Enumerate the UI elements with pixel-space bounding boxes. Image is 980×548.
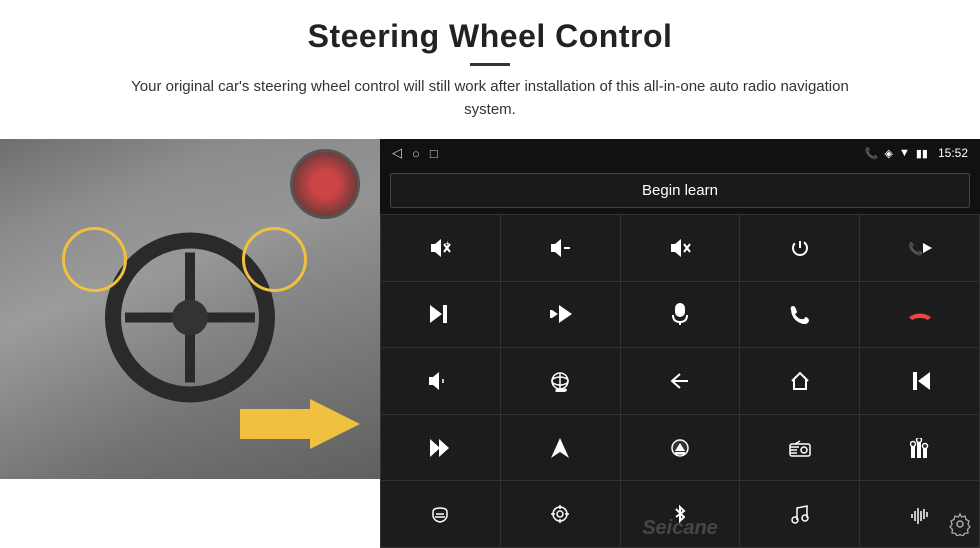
svg-text:360°: 360° [556,389,566,392]
sw-center [172,300,208,336]
home-nav-icon[interactable]: ○ [412,146,420,161]
right-control-highlight [242,227,307,292]
status-right-area: 📞 ◈ ▼ ▮▮ 15:52 [865,146,968,160]
grid-mute[interactable] [621,215,740,281]
svg-text:📞: 📞 [908,241,923,256]
android-screen: ◁ ○ □ 📞 ◈ ▼ ▮▮ 15:52 Begin learn [380,139,980,548]
status-bar: ◁ ○ □ 📞 ◈ ▼ ▮▮ 15:52 [380,139,980,167]
header: Steering Wheel Control Your original car… [0,0,980,129]
content-area: ◁ ○ □ 📞 ◈ ▼ ▮▮ 15:52 Begin learn [0,139,980,548]
svg-text:+: + [445,239,450,248]
back-nav-icon[interactable]: ◁ [392,145,402,161]
grid-vol-up[interactable]: + [381,215,500,281]
grid-speaker[interactable] [381,348,500,414]
begin-learn-row: Begin learn [380,167,980,214]
clock-display: 15:52 [938,146,968,160]
grid-fast-forward[interactable] [381,415,500,481]
page: Steering Wheel Control Your original car… [0,0,980,548]
car-image [0,139,380,479]
grid-home[interactable] [740,348,859,414]
grid-prev-track[interactable] [860,348,979,414]
grid-music[interactable] [740,481,859,547]
grid-mic2[interactable] [381,481,500,547]
grid-vol-down[interactable] [501,215,620,281]
grid-call[interactable] [740,282,859,348]
location-status-icon: ◈ [885,147,893,160]
arrow-indicator [240,399,360,454]
grid-radio[interactable] [740,415,859,481]
grid-bluetooth[interactable] [621,481,740,547]
grid-hang-up[interactable] [860,282,979,348]
grid-eject[interactable] [621,415,740,481]
begin-learn-button[interactable]: Begin learn [390,173,970,208]
title-divider [470,63,510,66]
grid-mic[interactable] [621,282,740,348]
status-nav-icons: ◁ ○ □ [392,145,438,161]
grid-360[interactable]: 360° [501,348,620,414]
phone-status-icon: 📞 [865,147,879,160]
recent-nav-icon[interactable]: □ [430,146,438,161]
grid-settings-btn[interactable] [501,481,620,547]
subtitle-text: Your original car's steering wheel contr… [130,76,850,121]
grid-next-track[interactable] [381,282,500,348]
wifi-status-icon: ▼ [899,147,910,159]
page-title: Steering Wheel Control [40,18,940,55]
grid-back[interactable] [621,348,740,414]
grid-phone-next[interactable]: 📞 [860,215,979,281]
speedometer [290,149,360,219]
control-grid: + 📞 [380,214,980,548]
left-control-highlight [62,227,127,292]
grid-equalizer[interactable] [860,415,979,481]
grid-power[interactable] [740,215,859,281]
grid-navigate[interactable] [501,415,620,481]
battery-status-icon: ▮▮ [916,147,928,160]
grid-skip-forward[interactable] [501,282,620,348]
settings-corner-icon[interactable] [948,512,972,542]
